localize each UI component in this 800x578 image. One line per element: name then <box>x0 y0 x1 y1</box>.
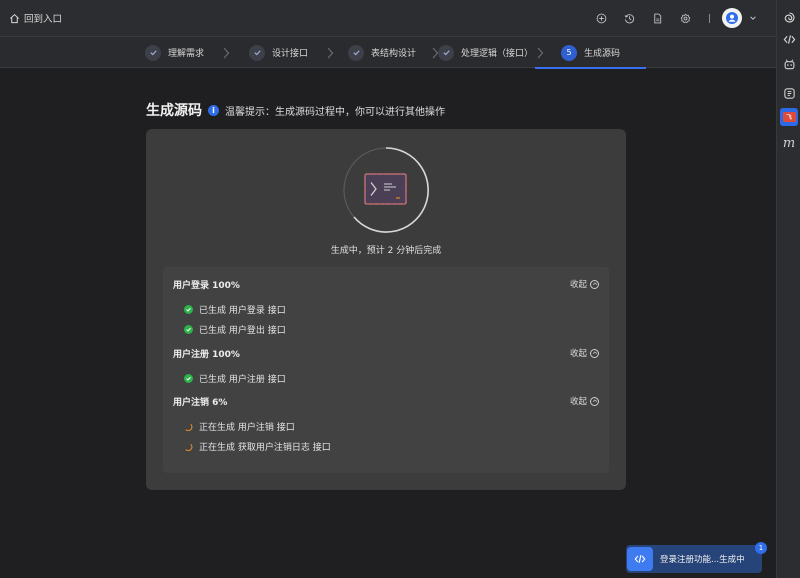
collapse-label: 收起 <box>569 397 587 407</box>
generation-toast[interactable]: 登录注册功能...生成中 <box>626 545 762 573</box>
swirl-icon[interactable] <box>781 9 797 25</box>
list-item: 已生成 用户登录 接口 <box>184 303 286 316</box>
code-icon[interactable] <box>781 31 797 47</box>
success-icon <box>184 325 193 334</box>
collapse-label: 收起 <box>569 280 587 290</box>
collapse-button-login[interactable]: 收起 <box>570 278 599 290</box>
chevron-right-icon <box>223 47 230 59</box>
user-avatar[interactable] <box>722 8 742 28</box>
check-icon <box>438 44 454 61</box>
item-text: 已生成 用户登出 接口 <box>199 326 286 336</box>
m-icon[interactable]: m <box>781 135 797 151</box>
generation-card: 生成中，预计 2 分钟后完成 用户登录 100% 收起 已生成 用户登录 接口 … <box>146 129 626 490</box>
item-text: 正在生成 获取用户注销日志 接口 <box>199 443 331 453</box>
active-app-icon[interactable]: 飞 <box>780 108 798 126</box>
app-window: 回到入口 理解需求 设计接口 表结构设计 处理逻辑（接口） 5 生成源码 飞 m… <box>0 0 800 578</box>
item-text: 已生成 用户登录 接口 <box>199 306 286 316</box>
toast-text: 登录注册功能...生成中 <box>660 555 745 565</box>
page-title: 生成源码 <box>146 103 202 119</box>
code-icon <box>627 547 653 571</box>
step-process-logic[interactable]: 处理逻辑（接口） <box>438 37 533 68</box>
step-label: 处理逻辑（接口） <box>461 49 534 59</box>
group-title-login: 用户登录 100% <box>173 281 240 291</box>
back-to-entry-link[interactable]: 回到入口 <box>9 11 62 25</box>
progress-ring <box>343 147 429 233</box>
add-circle-icon[interactable] <box>587 8 615 28</box>
group-title-register: 用户注册 100% <box>173 350 240 360</box>
list-item: 已生成 用户登出 接口 <box>184 323 286 336</box>
settings-icon[interactable] <box>671 8 699 28</box>
chevron-down-icon[interactable] <box>746 11 760 25</box>
step-label: 生成源码 <box>584 49 621 59</box>
section-heading: 生成源码 i 温馨提示：生成源码过程中，你可以进行其他操作 <box>146 100 445 120</box>
history-icon[interactable] <box>615 8 643 28</box>
step-label: 理解需求 <box>168 49 205 59</box>
back-label: 回到入口 <box>24 14 63 25</box>
task-list: 用户登录 100% 收起 已生成 用户登录 接口 已生成 用户登出 接口 用户注… <box>163 267 609 473</box>
check-icon <box>348 44 364 61</box>
item-text: 正在生成 用户注销 接口 <box>199 423 295 433</box>
list-item: 正在生成 获取用户注销日志 接口 <box>184 440 331 453</box>
collapse-button-register[interactable]: 收起 <box>570 347 599 359</box>
progress-stepper: 理解需求 设计接口 表结构设计 处理逻辑（接口） 5 生成源码 <box>0 36 776 69</box>
app-icon[interactable] <box>781 85 797 101</box>
check-icon <box>145 44 161 61</box>
home-icon <box>10 13 19 23</box>
step-number: 5 <box>561 44 577 61</box>
robot-icon[interactable] <box>781 56 797 72</box>
info-icon: i <box>208 104 219 116</box>
collapse-button-deregister[interactable]: 收起 <box>570 395 599 407</box>
step-label: 设计接口 <box>272 49 309 59</box>
list-item: 正在生成 用户注销 接口 <box>184 420 295 433</box>
list-item: 已生成 用户注册 接口 <box>184 372 286 385</box>
success-icon <box>184 305 193 314</box>
user-icon <box>726 12 738 24</box>
right-sidebar: 飞 m <box>776 0 800 578</box>
top-header: 回到入口 <box>0 0 776 36</box>
loading-spinner-icon <box>184 422 193 431</box>
check-icon <box>249 44 265 61</box>
group-title-deregister: 用户注销 6% <box>173 398 228 408</box>
generation-status: 生成中，预计 2 分钟后完成 <box>330 246 442 256</box>
success-icon <box>184 374 193 383</box>
notification-badge: 1 <box>755 542 767 554</box>
chevron-up-icon <box>590 279 599 289</box>
collapse-label: 收起 <box>569 349 587 359</box>
document-icon[interactable] <box>643 8 671 28</box>
step-understand-requirements[interactable]: 理解需求 <box>145 37 204 68</box>
chevron-up-icon <box>590 396 599 406</box>
step-generate-source[interactable]: 5 生成源码 <box>534 37 647 69</box>
header-toolbar <box>587 0 760 36</box>
step-label: 表结构设计 <box>371 49 417 59</box>
app-logo: 飞 <box>782 112 796 122</box>
chevron-right-icon <box>327 47 334 59</box>
chevron-up-icon <box>590 348 599 358</box>
loading-spinner-icon <box>184 442 193 451</box>
step-table-design[interactable]: 表结构设计 <box>348 37 416 68</box>
chevron-right-icon <box>537 47 544 59</box>
item-text: 已生成 用户注册 接口 <box>199 375 286 385</box>
step-design-api[interactable]: 设计接口 <box>249 37 308 68</box>
toolbar-divider <box>709 13 710 23</box>
tip-text: 温馨提示：生成源码过程中，你可以进行其他操作 <box>225 106 445 118</box>
